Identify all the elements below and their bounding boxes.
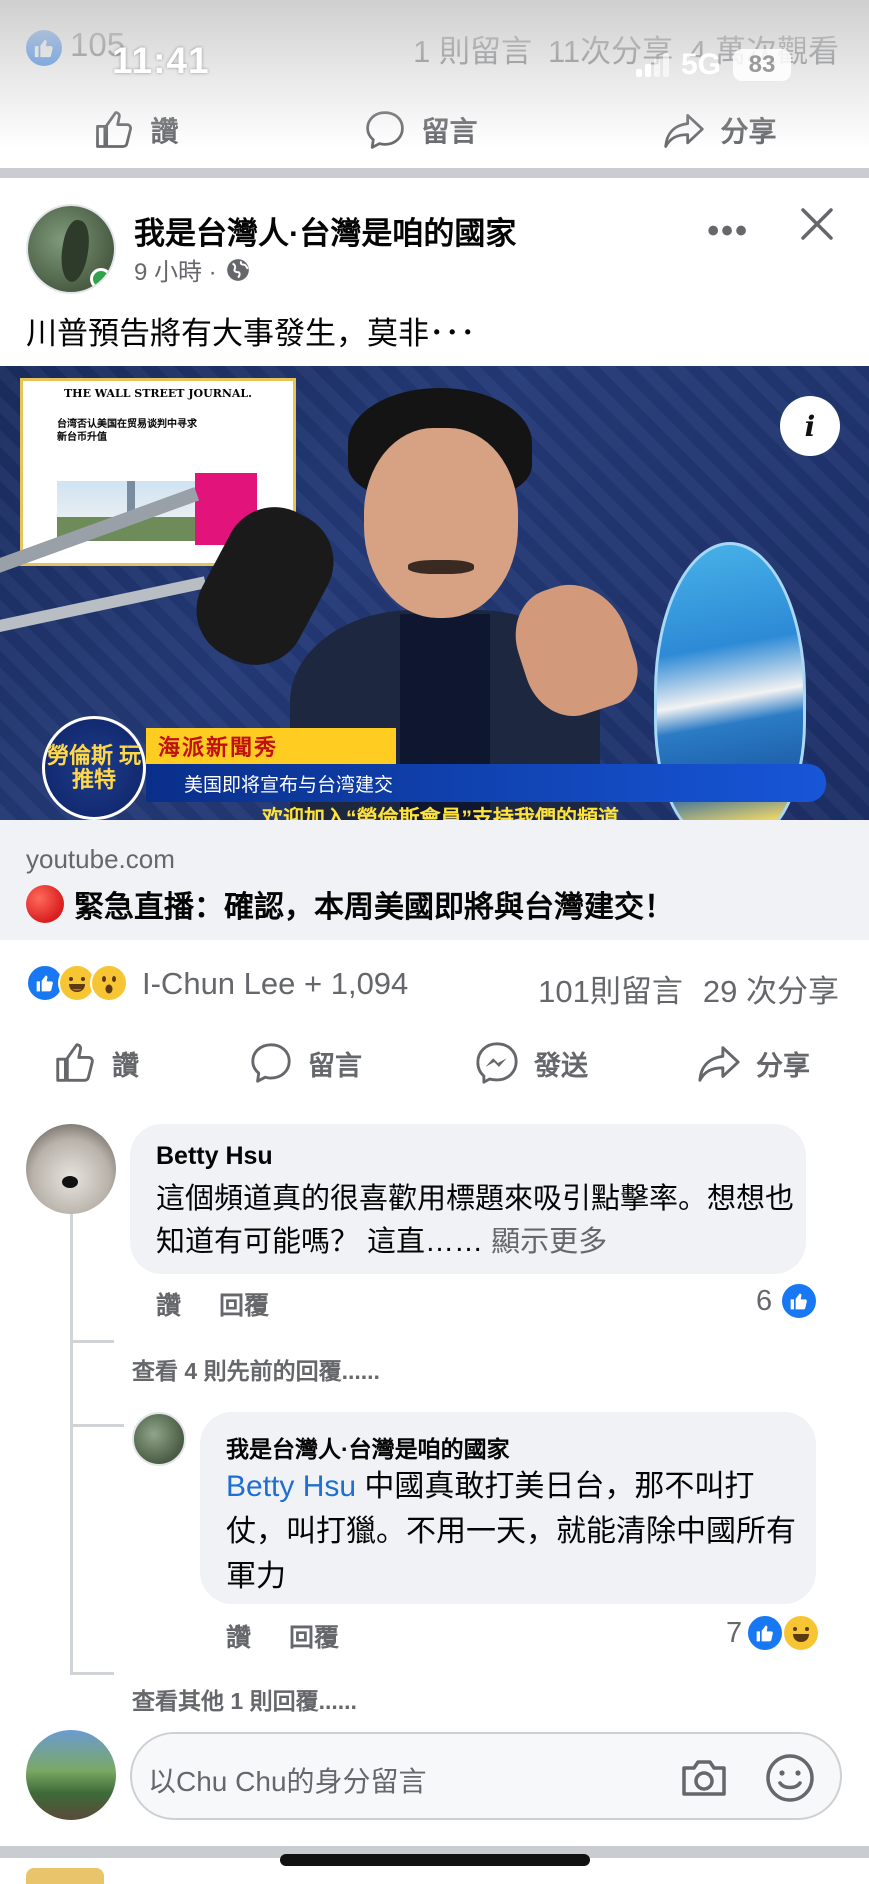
reply-text: Betty Hsu 中國真敢打美日台，那不叫打仗，叫打獵。不用一天，就能清除中國… <box>226 1464 806 1599</box>
post-divider <box>0 168 869 178</box>
share-arrow-icon <box>698 1046 740 1082</box>
thread-branch <box>70 1672 114 1675</box>
reply-bubble[interactable]: 我是台灣人·台灣是咱的國家 Betty Hsu 中國真敢打美日台，那不叫打仗，叫… <box>200 1412 816 1604</box>
comment-author[interactable]: Betty Hsu <box>156 1142 273 1171</box>
page-avatar[interactable] <box>26 204 116 294</box>
comment-bubble[interactable]: Betty Hsu 這個頻道真的很喜歡用標題來吸引點擊率。想想也知道有可能嗎？ … <box>130 1124 806 1274</box>
battery-icon: 83 <box>733 49 791 81</box>
comment-body: 這個頻道真的很喜歡用標題來吸引點擊率。想想也知道有可能嗎？ 這直…… <box>156 1183 795 1258</box>
thread-line <box>70 1214 73 1674</box>
thread-branch <box>70 1340 114 1343</box>
newspaper-title: THE WALL STREET JOURNAL. <box>63 387 252 400</box>
reactors-summary[interactable]: I-Chun Lee + 1,094 <box>142 966 408 1002</box>
wow-reaction-icon <box>90 964 128 1002</box>
comment-input-placeholder: 以Chu Chu的身分留言 <box>148 1766 427 1797</box>
previous-post-footer: 105 1 則留言 11次分享 4 萬次觀看 讚 留言 分享 11:41 5G … <box>0 0 869 178</box>
share-count[interactable]: 29 次分享 <box>703 966 839 1011</box>
close-icon[interactable] <box>795 202 839 246</box>
reactions-row: I-Chun Lee + 1,094 101則留言 29 次分享 <box>0 958 869 1010</box>
link-domain: youtube.com <box>26 844 175 874</box>
comment-label: 留言 <box>308 1050 362 1081</box>
reply-actions: 讚 回覆 <box>226 1618 339 1654</box>
comment-button[interactable]: 留言 <box>248 1040 362 1086</box>
messenger-icon <box>476 1042 518 1084</box>
previous-post-actions: 讚 留言 分享 <box>0 90 869 170</box>
comment-text: 這個頻道真的很喜歡用標題來吸引點擊率。想想也知道有可能嗎？ 這直…… 顯示更多 <box>156 1178 796 1264</box>
thumbs-up-icon <box>56 1043 94 1082</box>
reply-reaction-number: 7 <box>726 1616 743 1649</box>
thread-branch <box>70 1424 124 1427</box>
video-thumbnail[interactable]: THE WALL STREET JOURNAL. 台湾否认美国在贸易谈判中寻求新… <box>0 366 869 820</box>
channel-logo: 勞倫斯 玩推特 <box>42 716 146 820</box>
reaction-icons[interactable] <box>26 964 128 1002</box>
ticker-text: 欢迎加入“勞倫斯會員”支持我們的頻道 <box>262 807 619 820</box>
comment-reaction-count[interactable]: 6 <box>756 1282 819 1320</box>
send-label: 發送 <box>534 1050 588 1081</box>
signal-icon <box>635 53 669 77</box>
red-circle-icon <box>26 885 64 923</box>
like-reaction-icon <box>780 1282 819 1320</box>
send-button[interactable]: 發送 <box>474 1040 588 1086</box>
globe-icon <box>226 258 249 281</box>
like-label: 讚 <box>150 116 179 147</box>
view-more-replies[interactable]: 查看其他 1 則回覆...... <box>132 1682 357 1716</box>
comment-actions: 讚 回覆 <box>156 1286 269 1322</box>
link-preview[interactable]: youtube.com 緊急直播：確認，本周美國即將與台灣建交！ <box>0 820 869 940</box>
comment-bubble-icon <box>251 1043 291 1083</box>
home-indicator[interactable] <box>280 1854 590 1866</box>
reply-author[interactable]: 我是台灣人·台灣是咱的國家 <box>226 1430 510 1464</box>
share-arrow-icon <box>664 113 705 148</box>
see-more-link[interactable]: 顯示更多 <box>491 1226 607 1258</box>
emoji-icon[interactable] <box>762 1750 818 1806</box>
view-previous-replies[interactable]: 查看 4 則先前的回覆...... <box>132 1352 380 1386</box>
more-options-button[interactable]: ••• <box>707 212 749 251</box>
share-button[interactable]: 分享 <box>696 1040 810 1086</box>
status-indicators: 5G 83 <box>635 48 791 82</box>
reply-author-avatar[interactable] <box>132 1412 186 1466</box>
link-title: 緊急直播：確認，本周美國即將與台灣建交！ <box>74 891 674 924</box>
comment-bubble-icon <box>366 111 405 149</box>
status-time: 11:41 <box>112 40 210 81</box>
mentioned-user[interactable]: Betty Hsu <box>226 1470 356 1503</box>
next-post-avatar <box>26 1868 104 1884</box>
comment-like-button[interactable]: 讚 <box>156 1286 181 1322</box>
reply-reply-button[interactable]: 回覆 <box>289 1618 339 1654</box>
like-reaction-icon <box>746 1614 785 1652</box>
info-icon[interactable]: i <box>780 396 840 456</box>
show-title: 海派新聞秀 <box>146 728 396 764</box>
comment-input[interactable]: 以Chu Chu的身分留言 <box>130 1732 842 1820</box>
online-indicator <box>90 268 112 290</box>
comment-reaction-number: 6 <box>756 1284 773 1317</box>
post-text: 川普預告將有大事發生，莫非･･･ <box>26 316 476 351</box>
comment-reply-button[interactable]: 回覆 <box>219 1286 269 1322</box>
reply-reaction-count[interactable]: 7 <box>726 1614 821 1652</box>
commenter-avatar[interactable] <box>26 1124 116 1214</box>
link-title-row: 緊急直播：確認，本周美國即將與台灣建交！ <box>26 882 674 926</box>
page-name[interactable]: 我是台灣人·台灣是咱的國家 <box>134 208 516 253</box>
thumbs-up-icon <box>96 111 133 148</box>
current-user-avatar[interactable] <box>26 1730 116 1820</box>
post-actions: 讚 留言 發送 分享 <box>0 1030 869 1094</box>
like-label: 讚 <box>112 1050 139 1081</box>
like-button[interactable]: 讚 <box>52 1040 139 1086</box>
camera-icon[interactable] <box>678 1752 730 1804</box>
post-meta: 9 小時 · <box>134 252 251 287</box>
reply-like-button[interactable]: 讚 <box>226 1618 251 1654</box>
post-time[interactable]: 9 小時 · <box>134 252 217 287</box>
battery-level: 83 <box>748 51 776 78</box>
show-subtitle: 美国即将宣布与台湾建交 <box>146 764 826 802</box>
previous-like-button[interactable]: 讚 <box>92 108 179 152</box>
comment-count[interactable]: 101則留言 <box>538 966 683 1011</box>
like-reaction-icon <box>26 30 62 66</box>
share-label: 分享 <box>756 1050 810 1081</box>
previous-comment-button[interactable]: 留言 <box>363 108 478 152</box>
previous-share-button[interactable]: 分享 <box>662 108 777 152</box>
share-label: 分享 <box>720 116 777 147</box>
network-type: 5G <box>680 48 721 81</box>
previous-comment-count[interactable]: 1 則留言 <box>413 26 532 71</box>
haha-reaction-icon <box>782 1614 821 1652</box>
newspaper-headline: 台湾否认美国在贸易谈判中寻求新台币升值 <box>57 419 197 443</box>
channel-logo-text: 勞倫斯 玩推特 <box>46 742 142 792</box>
comment-label: 留言 <box>421 116 478 147</box>
